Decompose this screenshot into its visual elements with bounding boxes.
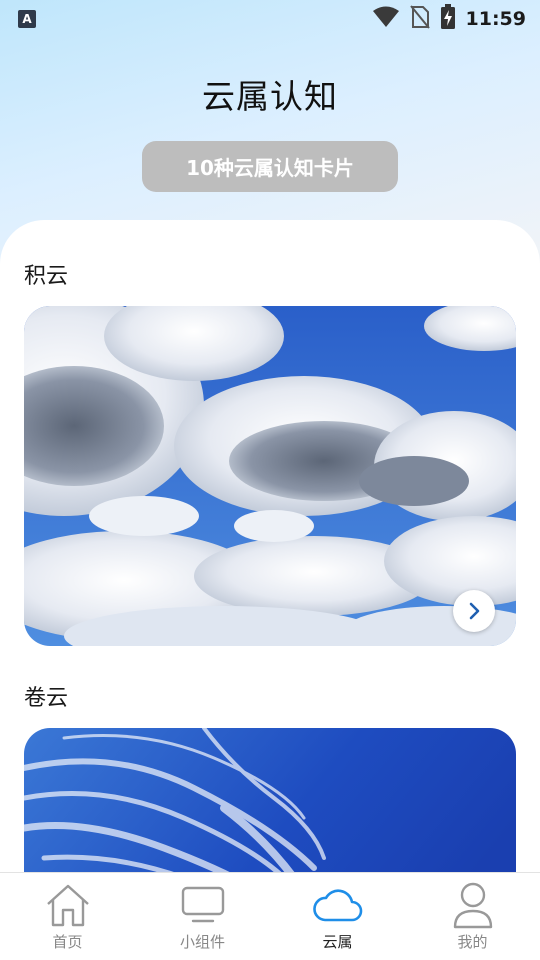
person-icon — [452, 880, 494, 930]
card-count-pill[interactable]: 10种云属认知卡片 — [142, 141, 398, 192]
monitor-icon — [180, 880, 226, 930]
nav-label-widgets: 小组件 — [179, 933, 225, 951]
screen: A 11:59 云属认知 10种云属认知卡片 积云 卷云 首页 小组件 云属 我… — [0, 0, 540, 960]
cloud-icon — [312, 880, 364, 930]
cumulus-cloud-photo — [24, 306, 516, 646]
section-title-cirrus: 卷云 — [24, 686, 69, 711]
nav-item-cloud[interactable]: 云属 — [270, 873, 405, 960]
battery-charging-icon — [440, 4, 456, 34]
section-title-cumulus: 积云 — [24, 264, 69, 289]
accessibility-a-icon: A — [18, 10, 36, 28]
wifi-icon — [372, 6, 400, 32]
nav-item-widgets[interactable]: 小组件 — [135, 873, 270, 960]
bottom-nav: 首页 小组件 云属 我的 — [0, 872, 540, 960]
no-sim-icon — [409, 5, 430, 33]
home-icon — [45, 880, 91, 930]
nav-item-home[interactable]: 首页 — [0, 873, 135, 960]
nav-label-home: 首页 — [52, 933, 83, 951]
page-title: 云属认知 — [202, 77, 338, 116]
status-time: 11:59 — [465, 8, 526, 30]
cumulus-arrow-button[interactable] — [453, 590, 495, 632]
cumulus-card[interactable] — [24, 306, 516, 646]
status-bar: A 11:59 — [0, 0, 540, 38]
chevron-right-icon — [469, 602, 480, 620]
status-left: A — [18, 10, 36, 28]
nav-label-cloud: 云属 — [322, 933, 353, 951]
nav-label-me: 我的 — [457, 933, 488, 951]
status-right: 11:59 — [372, 4, 526, 34]
nav-item-me[interactable]: 我的 — [405, 873, 540, 960]
content-sheet: 积云 卷云 — [0, 220, 540, 960]
